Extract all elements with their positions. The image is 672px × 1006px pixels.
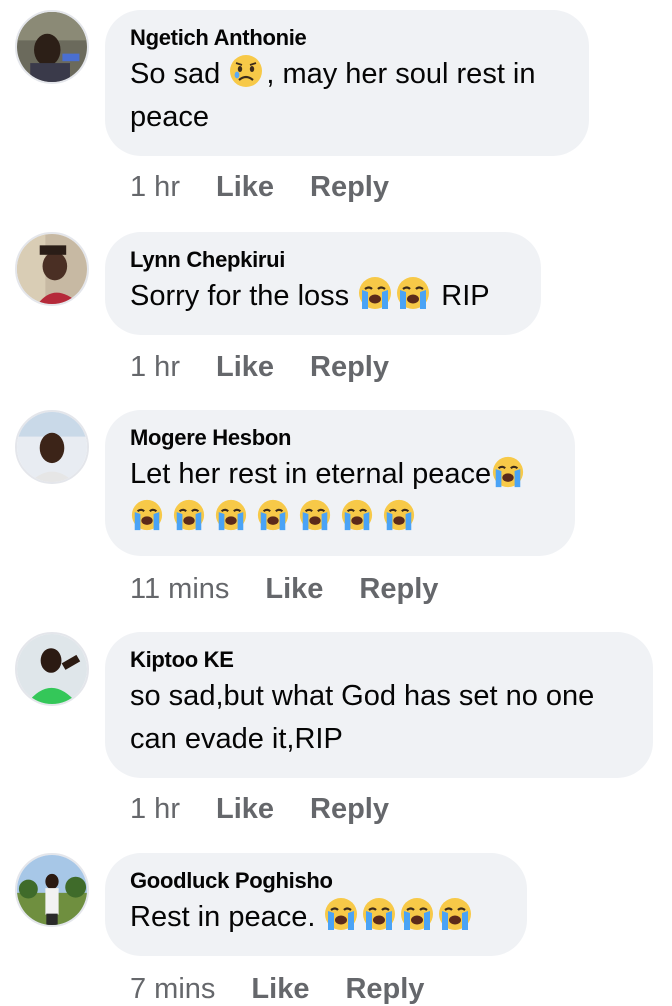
like-button[interactable]: Like [216,171,274,203]
avatar[interactable] [15,232,89,306]
loudly-crying-face-icon [298,498,332,532]
reply-button[interactable]: Reply [310,171,389,203]
like-button[interactable]: Like [265,573,323,605]
like-button[interactable]: Like [216,793,274,825]
comment-text-end: RIP [433,280,490,312]
loudly-crying-face-icon [172,498,206,532]
comment-text-start: So sad [130,58,229,90]
comment-text: Rest in peace. [130,896,502,939]
comment-actions: 7 mins Like Reply [130,972,460,1006]
avatar[interactable] [15,632,89,706]
comment-bubble: Lynn Chepkirui Sorry for the loss RIP [105,232,541,335]
loudly-crying-face-icon [361,896,397,932]
loudly-crying-face-icon [323,896,359,932]
like-button[interactable]: Like [251,973,309,1005]
comment-bubble: Kiptoo KE so sad,but what God has set no… [105,632,653,778]
avatar[interactable] [15,410,89,484]
comment-text: so sad,but what God has set no one can e… [130,675,628,761]
comment-author[interactable]: Mogere Hesbon [130,425,550,451]
comment-timestamp[interactable]: 11 mins [130,573,229,605]
loudly-crying-face-icon [437,896,473,932]
comment-bubble: Ngetich Anthonie So sad , may her soul r… [105,10,589,156]
like-button[interactable]: Like [216,351,274,383]
comment-timestamp[interactable]: 1 hr [130,793,180,825]
loudly-crying-face-icon [399,896,435,932]
reply-button[interactable]: Reply [345,973,424,1005]
comment-actions: 1 hr Like Reply [130,170,425,204]
loudly-crying-face-icon [382,498,416,532]
comment-timestamp[interactable]: 7 mins [130,973,215,1005]
loudly-crying-face-icon [340,498,374,532]
loudly-crying-face-icon [491,455,525,489]
avatar[interactable] [15,10,89,84]
reply-button[interactable]: Reply [310,793,389,825]
loudly-crying-face-icon [214,498,248,532]
comment-actions: 11 mins Like Reply [130,572,474,606]
comment-author[interactable]: Ngetich Anthonie [130,25,564,51]
comment-text-start: so sad,but what God has set no one can e… [130,680,603,755]
sad-but-relieved-face-icon [228,53,264,89]
comment-author[interactable]: Lynn Chepkirui [130,247,516,273]
comment-author[interactable]: Kiptoo KE [130,647,628,673]
avatar[interactable] [15,853,89,927]
loudly-crying-face-icon [357,275,393,311]
loudly-crying-face-icon [256,498,290,532]
comment-text-start: Let her rest in eternal peace [130,458,492,490]
comment-bubble: Goodluck Poghisho Rest in peace. [105,853,527,956]
comment-actions: 1 hr Like Reply [130,350,425,384]
comment-bubble: Mogere Hesbon Let her rest in eternal pe… [105,410,575,556]
reply-button[interactable]: Reply [359,573,438,605]
comment-actions: 1 hr Like Reply [130,792,425,826]
comment-author[interactable]: Goodluck Poghisho [130,868,502,894]
comment-text: Sorry for the loss RIP [130,275,516,318]
loudly-crying-face-icon [395,275,431,311]
comment-text: Let her rest in eternal peace [130,453,560,539]
comment-timestamp[interactable]: 1 hr [130,351,180,383]
comment-text-start: Sorry for the loss [130,280,358,312]
loudly-crying-face-icon [130,498,164,532]
comment-timestamp[interactable]: 1 hr [130,171,180,203]
comment-text-start: Rest in peace. [130,901,324,933]
reply-button[interactable]: Reply [310,351,389,383]
comment-text: So sad , may her soul rest in peace [130,53,564,139]
